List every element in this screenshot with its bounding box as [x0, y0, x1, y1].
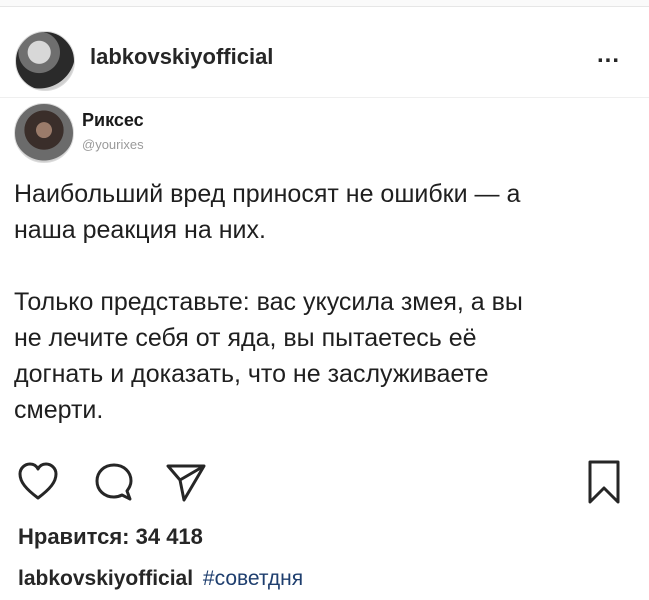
more-options-button[interactable]: ... [597, 41, 620, 69]
post-username[interactable]: labkovskiyofficial [90, 44, 273, 70]
caption-hashtag[interactable]: #советдня [203, 567, 303, 590]
tweet-author-handle: @yourixes [82, 137, 144, 152]
tweet-text: Наибольший вред приносят не ошибки — а н… [14, 180, 523, 424]
tweet-author-name: Риксес [82, 110, 144, 130]
top-divider [0, 0, 649, 7]
avatar[interactable] [15, 31, 75, 91]
share-icon[interactable] [164, 460, 208, 504]
bookmark-icon[interactable] [582, 458, 626, 506]
caption-username[interactable]: labkovskiyofficial [18, 567, 193, 590]
comment-icon[interactable] [92, 460, 136, 504]
caption: labkovskiyofficial #советдня [18, 567, 303, 591]
likes-count[interactable]: Нравится: 34 418 [18, 524, 203, 550]
heart-icon[interactable] [16, 460, 60, 504]
tweet-avatar [14, 103, 74, 163]
post-header: labkovskiyofficial ... [0, 7, 649, 98]
